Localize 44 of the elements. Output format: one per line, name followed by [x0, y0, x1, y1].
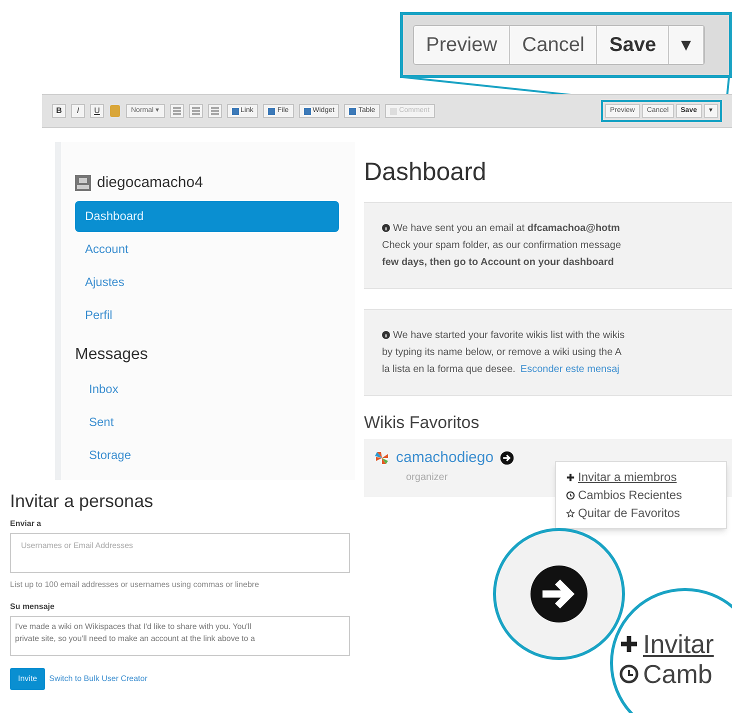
- action-button[interactable]: Preview: [414, 26, 510, 64]
- alert-text: few days, then go to Account on your dashboard: [382, 256, 614, 270]
- info-icon: [382, 331, 390, 339]
- arrow-circle-icon[interactable]: [529, 564, 589, 624]
- menu-item[interactable]: Cambios Recientes: [566, 486, 716, 504]
- star-icon: [566, 508, 575, 518]
- field-label: Enviar a: [10, 518, 42, 530]
- info-icon: [382, 224, 390, 232]
- recipients-field[interactable]: Usernames or Email Addresses: [10, 533, 350, 573]
- section-heading: Wikis Favoritos: [364, 412, 480, 434]
- hint-text: List up to 100 email addresses or usernames using commas or linebre: [10, 579, 260, 591]
- alert-text: Check your spam folder, as our confirmation message: [382, 238, 621, 252]
- clock-icon: [566, 490, 575, 500]
- username: diegocamacho4: [97, 173, 203, 193]
- alert-text: We have started your favorite wikis list with the wikis: [393, 328, 625, 342]
- page-title: Dashboard: [364, 157, 488, 188]
- menu-item-text: Camb: [643, 661, 712, 687]
- messages-heading: Messages: [75, 344, 149, 364]
- menu-item[interactable]: Quitar de Favoritos: [566, 504, 716, 522]
- arrow-circle-icon[interactable]: [500, 451, 514, 466]
- plus-icon: [566, 472, 575, 482]
- bulk-creator-link[interactable]: Switch to Bulk User Creator: [49, 673, 148, 685]
- list-icon[interactable]: [208, 104, 222, 118]
- alert-text: We have sent you an email at dfcamachoa@hotm: [393, 222, 620, 236]
- menu-item[interactable]: Invitar a miembros: [566, 468, 716, 486]
- save-button[interactable]: Save: [597, 26, 670, 64]
- plus-icon: [619, 634, 639, 654]
- alert-text: la lista en la forma que desee.: [382, 362, 516, 376]
- menu-item-text: Invitar: [643, 631, 714, 657]
- invite-title: Invitar a personas: [10, 490, 154, 513]
- clock-icon: [619, 664, 639, 684]
- action-button[interactable]: Cancel: [510, 26, 598, 64]
- alert-text: by typing its name below, or remove a wiki using the A: [382, 346, 622, 360]
- format-button[interactable]: I: [71, 104, 85, 118]
- wiki-role: organizer: [406, 470, 448, 484]
- pinwheel-icon: [374, 450, 390, 466]
- dropdown-button[interactable]: ▾: [669, 26, 704, 64]
- field-label: Su mensaje: [10, 601, 56, 613]
- avatar-icon: [75, 175, 91, 192]
- list-icon[interactable]: [170, 104, 184, 118]
- format-button[interactable]: B: [52, 104, 66, 118]
- list-icon[interactable]: [188, 104, 203, 118]
- format-button[interactable]: U: [90, 104, 104, 118]
- message-field[interactable]: I've made a wiki on Wikispaces that I'd like to share with you. You'll private site, so you'll need to make an account at the link above to a: [10, 616, 350, 656]
